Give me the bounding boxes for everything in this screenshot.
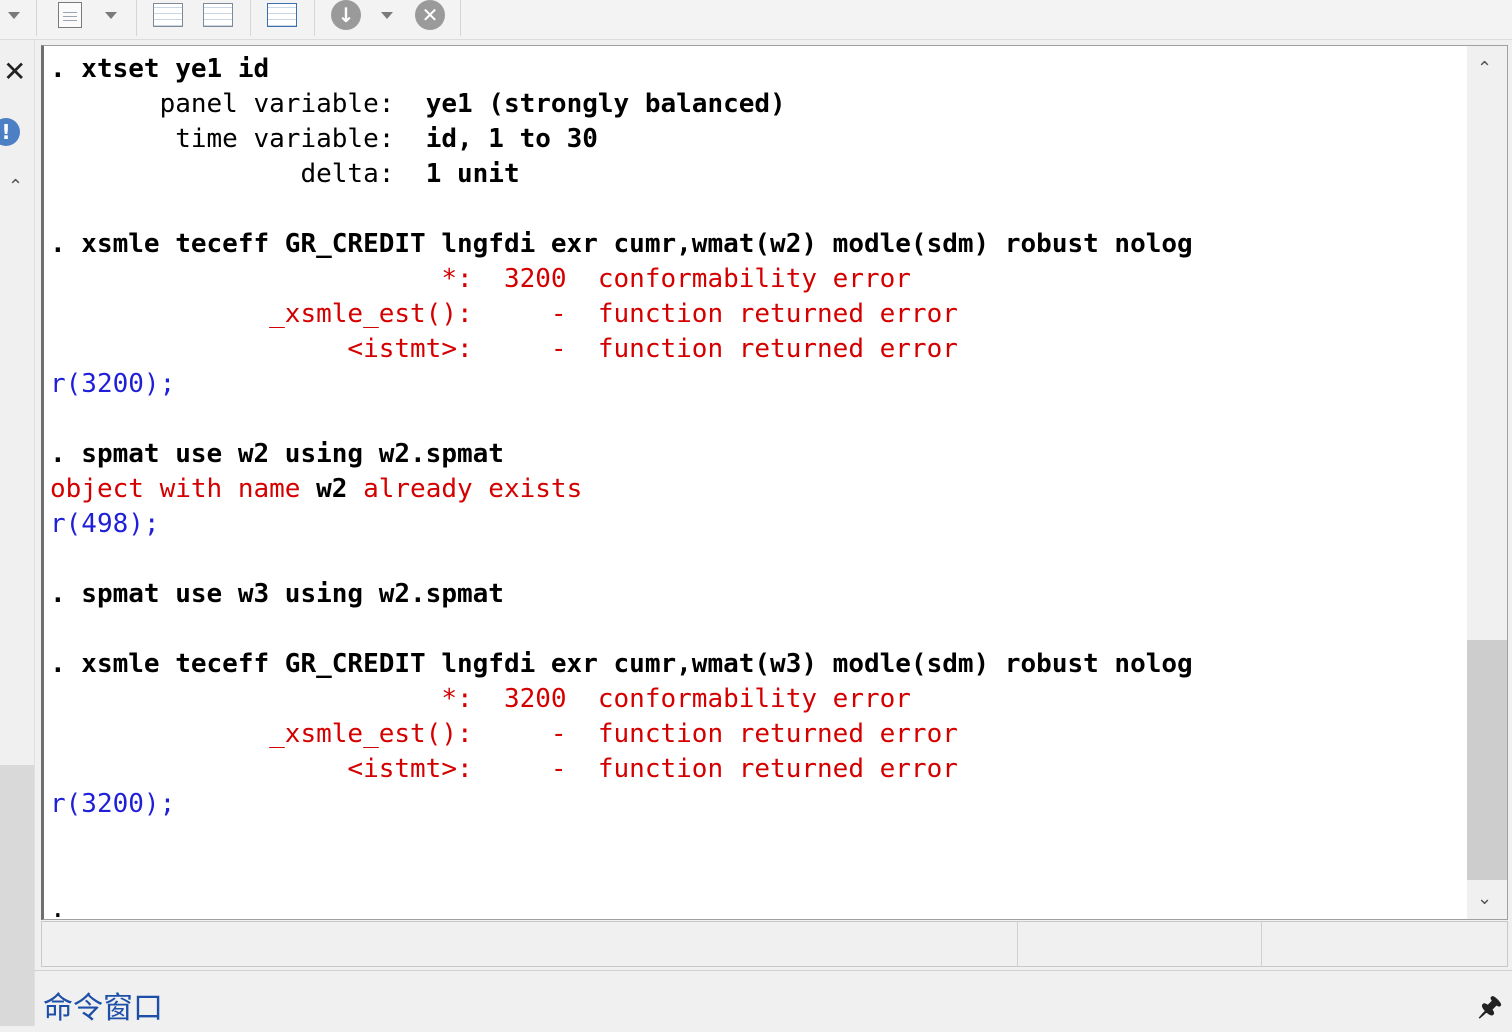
results-line: r(498); [50,507,1470,542]
results-line: r(3200); [50,787,1470,822]
status-divider [1261,922,1262,966]
more-icon[interactable]: ↓ [328,0,364,30]
dropdown-caret-icon[interactable] [376,0,398,30]
results-line [50,822,1470,857]
scroll-down-icon[interactable]: ⌄ [1477,888,1492,909]
dropdown-caret-icon[interactable] [4,0,24,30]
status-bar [41,921,1508,967]
error-text: *: 3200 conformability error [50,264,911,294]
results-line: r(3200); [50,367,1470,402]
close-icon[interactable]: ✕ [3,58,26,86]
toolbar-separator [314,0,315,36]
output-text: . [50,894,66,924]
dropdown-caret-icon[interactable] [100,0,122,30]
error-text: _xsmle_est(): - function returned error [50,719,958,749]
pin-icon[interactable]: 🖈 [1478,988,1502,1032]
command-text: . spmat use w2 using w2.spmat [50,439,504,469]
results-line: _xsmle_est(): - function returned error [50,717,1470,752]
results-line: . spmat use w2 using w2.spmat [50,437,1470,472]
error-text: *: 3200 conformability error [50,684,911,714]
results-output: . xtset ye1 id panel variable: ye1 (stro… [50,52,1470,927]
error-text: already exists [347,474,583,504]
status-divider [1017,922,1018,966]
results-line: _xsmle_est(): - function returned error [50,297,1470,332]
return-code[interactable]: r(498); [50,509,160,539]
scrollbar-thumb[interactable] [1467,640,1507,880]
results-window: . xtset ye1 id panel variable: ye1 (stro… [41,45,1508,924]
error-text: <istmt>: - function returned error [50,754,958,784]
results-line: . xsmle teceff GR_CREDIT lngfdi exr cumr… [50,227,1470,262]
results-line [50,402,1470,437]
results-line: panel variable: ye1 (strongly balanced) [50,87,1470,122]
command-text: . xtset ye1 id [50,54,270,84]
return-code[interactable]: r(3200); [50,369,175,399]
results-line: <istmt>: - function returned error [50,332,1470,367]
return-code[interactable]: r(3200); [50,789,175,819]
command-window-border [34,970,1512,971]
output-text: time variable: [50,124,426,154]
command-text: . xsmle teceff GR_CREDIT lngfdi exr cumr… [50,229,1193,259]
error-text: <istmt>: - function returned error [50,334,958,364]
command-window-title: 命令窗口 [43,991,163,1026]
results-line: . xtset ye1 id [50,52,1470,87]
data-editor-edit-icon[interactable] [150,0,186,30]
error-text: _xsmle_est(): - function returned error [50,299,958,329]
command-text: id, 1 to 30 [425,124,598,154]
vertical-scrollbar[interactable]: ⌃ ⌄ [1467,46,1507,919]
output-text: delta: [50,159,426,189]
results-line: delta: 1 unit [50,157,1470,192]
break-icon[interactable]: ✕ [412,0,448,30]
results-line [50,542,1470,577]
results-line: *: 3200 conformability error [50,262,1470,297]
chevron-up-icon[interactable]: ⌃ [8,176,23,197]
toolbar-separator [460,0,461,36]
results-line: . spmat use w3 using w2.spmat [50,577,1470,612]
results-line: *: 3200 conformability error [50,682,1470,717]
error-text: object with name [50,474,317,504]
left-dock-lower-panel [0,765,34,1026]
toolbar-separator [250,0,251,36]
results-line: time variable: id, 1 to 30 [50,122,1470,157]
command-text: . xsmle teceff GR_CREDIT lngfdi exr cumr… [50,649,1193,679]
command-text: 1 unit [425,159,520,189]
do-file-editor-icon[interactable] [54,0,86,30]
results-line [50,612,1470,647]
command-text: ye1 (strongly balanced) [425,89,786,119]
command-text: . spmat use w3 using w2.spmat [50,579,504,609]
data-editor-browse-icon[interactable] [200,0,236,30]
toolbar: ↓ ✕ [0,0,1512,40]
results-line [50,192,1470,227]
results-line: object with name w2 already exists [50,472,1470,507]
results-line [50,857,1470,892]
command-text: w2 [316,474,348,504]
output-text: panel variable: [50,89,426,119]
toolbar-separator [136,0,137,36]
results-line: <istmt>: - function returned error [50,752,1470,787]
variables-manager-icon[interactable] [264,0,300,30]
toolbar-separator [36,0,37,36]
scroll-up-icon[interactable]: ⌃ [1477,58,1492,79]
results-line: . xsmle teceff GR_CREDIT lngfdi exr cumr… [50,647,1470,682]
